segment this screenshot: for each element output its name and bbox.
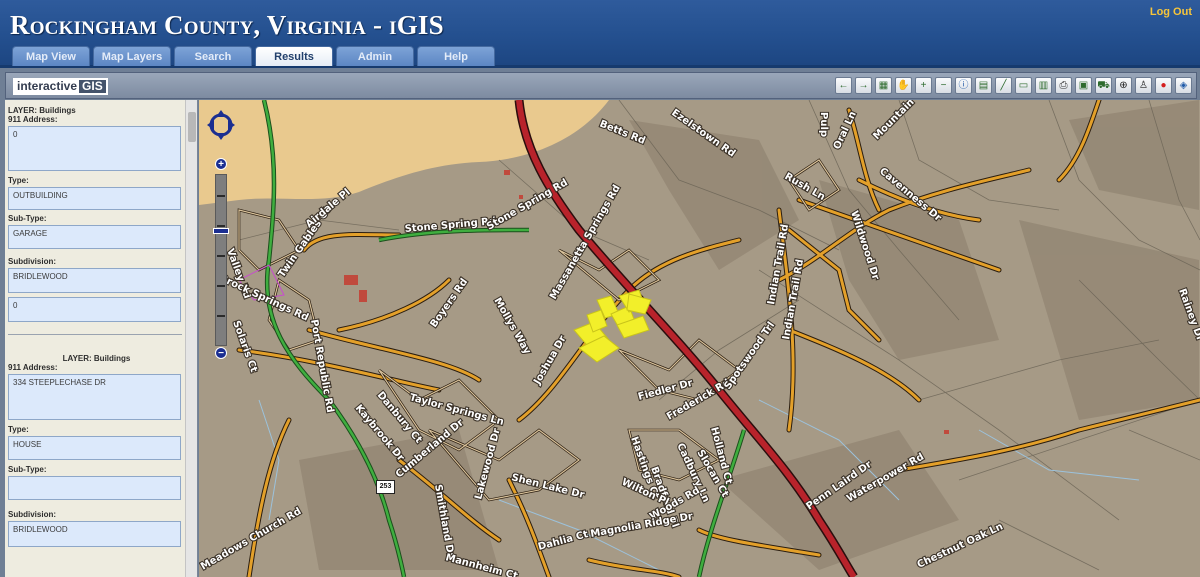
hide-icon[interactable]: ◈	[1175, 77, 1192, 94]
zoom-out-button[interactable]: −	[215, 347, 227, 359]
road-label: Boyers Rd	[428, 277, 470, 330]
road-label: Pulp	[818, 112, 829, 137]
type-field[interactable]: HOUSE	[8, 436, 181, 460]
address-field[interactable]: 0	[8, 126, 181, 171]
address-field[interactable]: 334 STEEPLECHASE DR	[8, 374, 181, 420]
tab-results[interactable]: Results	[255, 46, 333, 66]
zoom-in-icon[interactable]: +	[915, 77, 932, 94]
identify-icon[interactable]: ⓘ	[955, 77, 972, 94]
field-label-type: Type:	[8, 425, 29, 434]
table-icon[interactable]: ▥	[1035, 77, 1052, 94]
zoom-slider[interactable]	[215, 174, 227, 346]
road-label: Joshua Dr	[532, 334, 569, 387]
panel-scrollbar[interactable]	[185, 100, 197, 577]
tab-admin[interactable]: Admin	[336, 46, 414, 66]
map-toolbar: interactive GIS ← → ▦ ✋ + − ⓘ ▤ ╱ ▭ ▥ ⎙ …	[5, 72, 1197, 99]
measure-line-icon[interactable]: ╱	[995, 77, 1012, 94]
zoom-in-button[interactable]: +	[215, 158, 227, 170]
subtype-field[interactable]	[8, 476, 181, 500]
road-label: Shen Lake Dr	[510, 472, 585, 501]
app-title: Rockingham County, Virginia - iGIS	[10, 10, 444, 40]
results-panel: LAYER: Buildings 911 Address: 0 Type: OU…	[5, 100, 198, 577]
print-icon[interactable]: ⎙	[1055, 77, 1072, 94]
zoom-control: + −	[207, 110, 235, 362]
type-field[interactable]: OUTBUILDING	[8, 187, 181, 210]
road-label: Rush Ln	[783, 171, 827, 203]
subdivision-field[interactable]: BRIDLEWOOD	[8, 521, 181, 547]
zoom-out-icon[interactable]: −	[935, 77, 952, 94]
road-label: Dahlia Ct	[537, 529, 590, 553]
field-label-subtype: Sub-Type:	[8, 214, 47, 223]
export-icon[interactable]: ▣	[1075, 77, 1092, 94]
subtype-field[interactable]: GARAGE	[8, 225, 181, 249]
pan-hand-icon[interactable]: ✋	[895, 77, 912, 94]
tool-buttons: ← → ▦ ✋ + − ⓘ ▤ ╱ ▭ ▥ ⎙ ▣ ⛟ ⊕ ♙ ● ◈	[835, 77, 1192, 94]
tab-map-layers[interactable]: Map Layers	[93, 46, 171, 66]
map-canvas[interactable]: Betts Rd Ezelstown Rd Pulp Rush Ln Oral …	[199, 100, 1200, 577]
field-label-address: 911 Address:	[8, 363, 58, 372]
logo-text-gis: GIS	[82, 79, 103, 93]
road-label: Fiedler Dr	[637, 378, 694, 403]
subdivision-field[interactable]: BRIDLEWOOD	[8, 268, 181, 293]
tab-search[interactable]: Search	[174, 46, 252, 66]
main-tabs: Map View Map Layers Search Results Admin…	[12, 46, 495, 66]
igis-logo: interactive GIS	[13, 78, 108, 95]
field-label-address: 911 Address:	[8, 115, 58, 124]
field-label-subdivision: Subdivision:	[8, 257, 56, 266]
tab-help[interactable]: Help	[417, 46, 495, 66]
road-label: Mountain	[871, 100, 916, 142]
extra-field[interactable]: 0	[8, 297, 181, 322]
app-header: Rockingham County, Virginia - iGIS Log O…	[0, 0, 1200, 68]
field-label-subtype: Sub-Type:	[8, 465, 47, 474]
route-shield: 253	[376, 480, 395, 494]
terrain-shading	[299, 100, 1199, 570]
pan-arrows-icon[interactable]	[207, 110, 235, 140]
result-layer-heading: LAYER: Buildings	[8, 106, 76, 115]
selected-buildings	[573, 289, 652, 363]
walk-icon[interactable]: ♙	[1135, 77, 1152, 94]
back-arrow-icon[interactable]: ←	[835, 77, 852, 94]
map-drawing: Betts Rd Ezelstown Rd Pulp Rush Ln Oral …	[199, 100, 1200, 577]
record-icon[interactable]: ●	[1155, 77, 1172, 94]
logo-text-interactive: interactive	[15, 79, 80, 93]
road-label: Mollys Way	[491, 296, 532, 357]
scrollbar-thumb[interactable]	[188, 112, 196, 142]
field-label-type: Type:	[8, 176, 29, 185]
full-extent-icon[interactable]: ▦	[875, 77, 892, 94]
forward-arrow-icon[interactable]: →	[855, 77, 872, 94]
zoom-slider-handle[interactable]	[213, 228, 229, 234]
logout-link[interactable]: Log Out	[1150, 6, 1192, 18]
road-label: Lakewood Dr	[473, 427, 503, 501]
result-layer-heading: LAYER: Buildings	[62, 354, 131, 363]
select-icon[interactable]: ▤	[975, 77, 992, 94]
tab-map-view[interactable]: Map View	[12, 46, 90, 66]
crosshair-icon[interactable]: ⊕	[1115, 77, 1132, 94]
vehicle-icon[interactable]: ⛟	[1095, 77, 1112, 94]
measure-area-icon[interactable]: ▭	[1015, 77, 1032, 94]
field-label-subdivision: Subdivision:	[8, 510, 56, 519]
